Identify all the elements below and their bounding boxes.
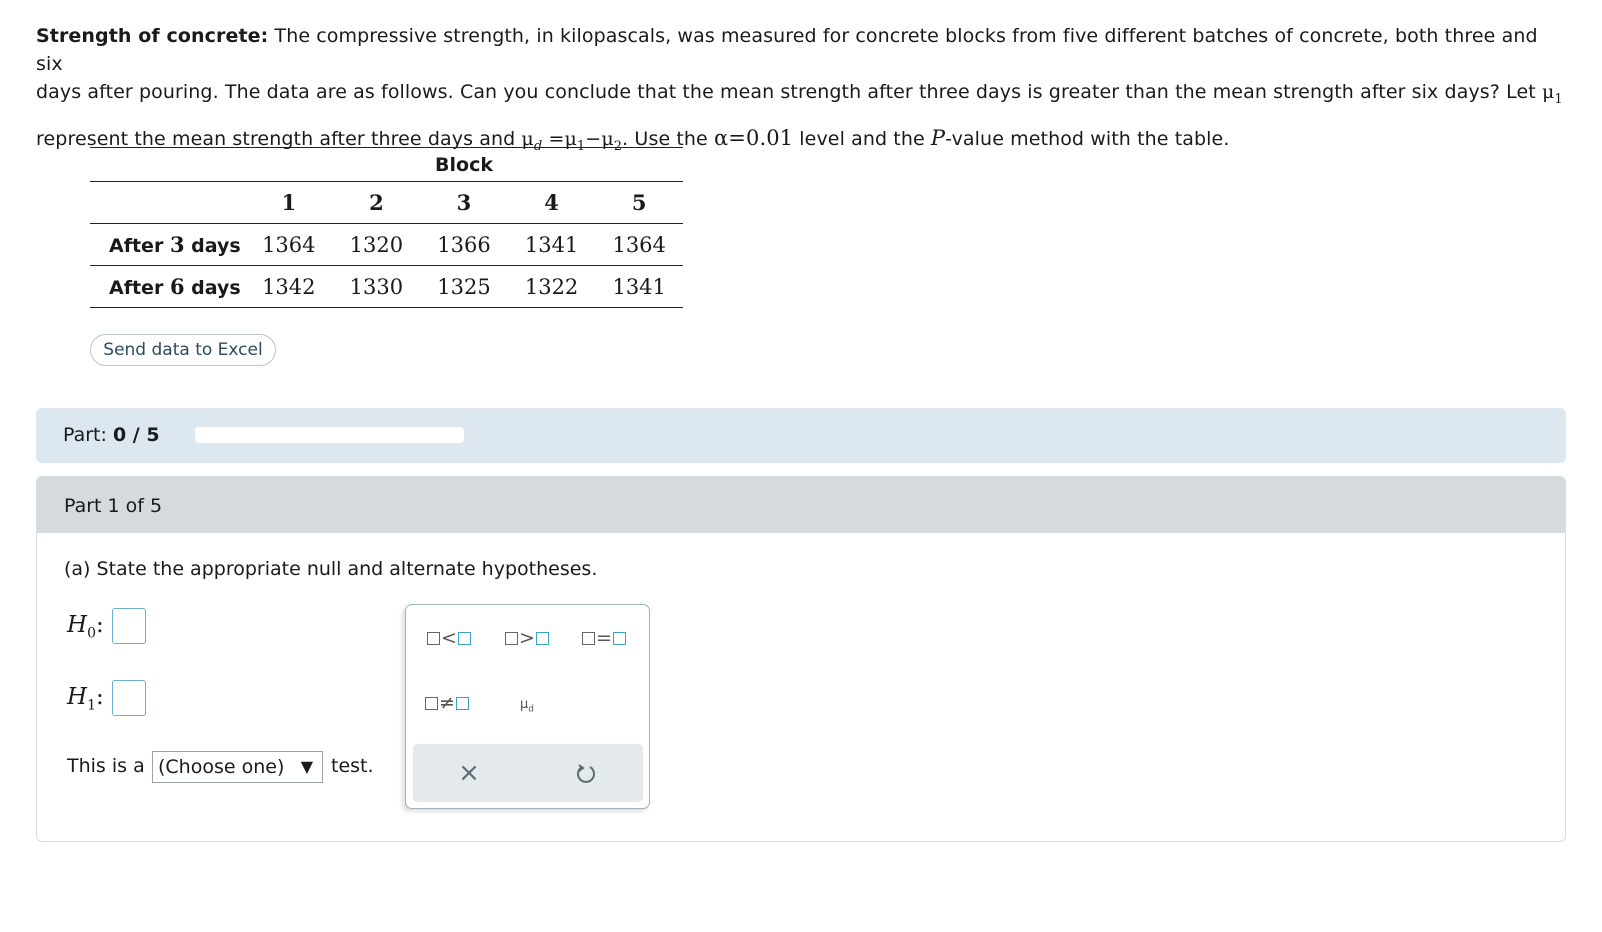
progress-track xyxy=(195,427,464,443)
undo-button[interactable] xyxy=(566,754,606,792)
palette-footer: × xyxy=(413,744,643,802)
column-header: 3 xyxy=(420,181,508,224)
data-table: Block 1 2 3 4 5 After 3 days 1364 1320 1… xyxy=(90,147,683,308)
part-progress-bar: Part: 0 / 5 xyxy=(36,408,1566,463)
row-label: After 6 days xyxy=(90,265,245,308)
column-header: 1 xyxy=(245,181,333,224)
placeholder-box-icon xyxy=(425,697,438,710)
problem-statement: Strength of concrete: The compressive st… xyxy=(36,22,1566,161)
mu-d-button[interactable]: μd xyxy=(520,694,534,721)
test-type-select[interactable]: (Choose one) ▼ xyxy=(152,751,323,783)
table-cell: 1364 xyxy=(595,223,683,266)
part-progress-value: 0 / 5 xyxy=(112,424,160,446)
table-cell: 1322 xyxy=(507,265,596,308)
equals-button[interactable]: = xyxy=(582,627,626,649)
part-card: Part 1 of 5 xyxy=(36,476,1566,842)
placeholder-box-icon xyxy=(582,632,595,645)
column-header: 2 xyxy=(332,181,421,224)
part-title: Part 1 of 5 xyxy=(64,495,163,517)
table-group-header-row: Block xyxy=(90,147,683,182)
block-header: Block xyxy=(245,147,683,182)
less-than-button[interactable]: < xyxy=(427,627,471,649)
placeholder-box-icon xyxy=(427,632,440,645)
h1-label: H1: xyxy=(67,684,104,714)
problem-title: Strength of concrete: xyxy=(36,25,269,47)
column-header: 5 xyxy=(595,181,683,224)
table-row: After 6 days 1342 1330 1325 1322 1341 xyxy=(90,265,683,308)
placeholder-box-icon xyxy=(457,632,471,645)
greater-than-button[interactable]: > xyxy=(505,627,549,649)
table-row: After 3 days 1364 1320 1366 1341 1364 xyxy=(90,223,683,266)
part-header: Part 1 of 5 xyxy=(37,477,1565,533)
table-cell: 1366 xyxy=(420,223,508,266)
placeholder-box-icon xyxy=(455,697,469,710)
row-label: After 3 days xyxy=(90,223,245,266)
test-prefix: This is a xyxy=(67,755,145,777)
table-cell: 1320 xyxy=(332,223,421,266)
question-text: (a) State the appropriate null and alter… xyxy=(64,558,598,580)
placeholder-box-icon xyxy=(612,632,626,645)
h0-answer-box[interactable] xyxy=(112,608,146,644)
send-to-excel-button[interactable]: Send data to Excel xyxy=(90,334,276,366)
part-progress-label: Part: 0 / 5 xyxy=(63,424,160,446)
test-suffix: test. xyxy=(331,755,374,777)
table-cell: 1325 xyxy=(420,265,508,308)
h1-answer-box[interactable] xyxy=(112,680,146,716)
h0-label: H0: xyxy=(67,612,104,642)
table-cell: 1342 xyxy=(245,265,333,308)
dropdown-arrow-icon: ▼ xyxy=(300,757,313,776)
undo-icon xyxy=(577,763,595,783)
math-palette: < > = ≠ μd × xyxy=(405,604,650,809)
table-cell: 1341 xyxy=(507,223,596,266)
close-icon: × xyxy=(458,758,480,788)
table-cell: 1330 xyxy=(332,265,421,308)
column-header: 4 xyxy=(507,181,596,224)
table-cell: 1341 xyxy=(595,265,683,308)
not-equal-button[interactable]: ≠ xyxy=(425,692,469,714)
table-column-header-row: 1 2 3 4 5 xyxy=(90,181,683,224)
table-cell: 1364 xyxy=(245,223,333,266)
clear-button[interactable]: × xyxy=(449,754,489,792)
problem-line-1: Strength of concrete: The compressive st… xyxy=(36,25,1538,75)
placeholder-box-icon xyxy=(535,632,549,645)
problem-line-2: days after pouring. The data are as foll… xyxy=(36,81,1563,107)
placeholder-box-icon xyxy=(505,632,518,645)
